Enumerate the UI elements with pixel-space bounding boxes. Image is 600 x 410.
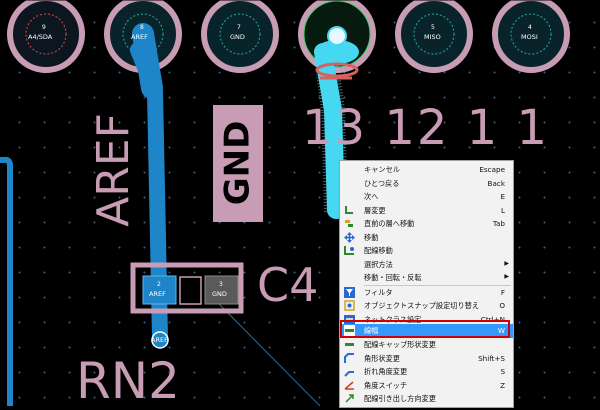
menu-item-label: ひとつ戻る <box>364 178 400 188</box>
menu-item-shortcut: L <box>500 205 505 215</box>
layer-change-icon <box>345 205 353 214</box>
menu-item-filter[interactable]: フィルタ F <box>340 286 513 300</box>
menu-item-next[interactable]: 次へ E <box>340 190 513 204</box>
menu-item-select-method[interactable]: 選択方法 ▶ <box>340 258 513 272</box>
menu-item-move-rotate-flip[interactable]: 移動・回転・反転 ▶ <box>340 271 513 285</box>
silk-pin-numbers: 13 12 1 1 <box>302 100 550 156</box>
menu-item-label: 移動 <box>364 232 379 242</box>
c4-pad-3-net: GND <box>212 290 227 298</box>
submenu-arrow-icon: ▶ <box>504 273 509 280</box>
pad-5-num: 5 <box>431 24 435 31</box>
menu-item-shortcut: Back <box>487 178 505 188</box>
pad-7-name: GND <box>230 33 245 41</box>
menu-item-bend-angle[interactable]: 折れ角度変更 S <box>340 365 513 379</box>
menu-item-label: 直前の層へ移動 <box>364 219 415 228</box>
menu-item-corner-shape[interactable]: 角形状変更 Shift+S <box>340 352 513 366</box>
menu-item-label: フィルタ <box>364 287 393 297</box>
menu-item-shortcut: F <box>500 287 505 297</box>
menu-item-shortcut: Tab <box>492 219 505 228</box>
menu-item-cancel[interactable]: キャンセル Escape <box>340 163 513 177</box>
silk-rn2: RN2 <box>76 352 180 410</box>
silk-c4: C4 <box>257 258 319 312</box>
menu-item-label: 配線移動 <box>364 246 393 255</box>
menu-item-undo-step[interactable]: ひとつ戻る Back <box>340 177 513 191</box>
pad-8-name: AREF <box>131 33 148 41</box>
pad-4-name: MOSI <box>521 33 538 41</box>
cap-icon <box>345 343 354 346</box>
via-label: AREF <box>151 336 168 344</box>
board-outline <box>0 157 13 406</box>
pad-8-num: 8 <box>140 24 144 31</box>
filter-icon <box>344 286 355 298</box>
menu-item-shortcut: Z <box>500 380 505 390</box>
menu-item-partial[interactable]: X <box>340 405 513 408</box>
menu-item-label: 角度スイッチ <box>364 380 408 390</box>
silk-gnd-vertical: GND <box>217 120 258 206</box>
menu-item-shortcut: X <box>500 407 505 408</box>
highlight-annotation-box <box>340 320 510 338</box>
direction-icon <box>345 394 354 403</box>
prev-layer-icon <box>345 220 353 227</box>
menu-item-move[interactable]: 移動 <box>340 231 513 245</box>
pad-9-name: A4/SDA <box>28 33 53 41</box>
submenu-arrow-icon: ▶ <box>504 259 509 267</box>
menu-item-label: オブジェクトスナップ設定切り替え <box>364 301 480 310</box>
menu-item-label: 角形状変更 <box>364 353 400 363</box>
menu-item-lead-direction[interactable]: 配線引き出し方向変更 <box>340 392 513 406</box>
menu-item-angle-switch[interactable]: 角度スイッチ Z <box>340 379 513 393</box>
c4-pad-2-num: 2 <box>157 281 161 288</box>
menu-item-label: 移動・回転・反転 <box>364 273 422 282</box>
context-menu: キャンセル Escape ひとつ戻る Back 次へ E 層変更 L 直前の層へ… <box>339 160 514 408</box>
snap-icon <box>344 300 355 311</box>
menu-item-label: 配線引き出し方向変更 <box>364 394 436 403</box>
pad-4-num: 4 <box>528 24 532 31</box>
menu-item-shortcut: Escape <box>479 165 505 174</box>
header-pads <box>7 0 570 73</box>
menu-item-move-track[interactable]: 配線移動 <box>340 244 513 258</box>
menu-item-shortcut: O <box>499 301 505 310</box>
menu-item-label: キャンセル <box>364 165 400 174</box>
menu-item-prev-layer[interactable]: 直前の層へ移動 Tab <box>340 217 513 231</box>
menu-item-shortcut: S <box>500 367 505 376</box>
pad-5-name: MISO <box>424 33 441 41</box>
menu-item-cap-shape[interactable]: 配線キャップ形状変更 <box>340 338 513 352</box>
angle-icon <box>344 380 354 390</box>
move-icon <box>344 231 355 243</box>
menu-item-snap-toggle[interactable]: オブジェクトスナップ設定切り替え O <box>340 299 513 313</box>
ratsnest-line <box>214 299 321 406</box>
menu-item-shortcut: Shift+S <box>478 353 505 363</box>
menu-item-label: 折れ角度変更 <box>364 367 408 376</box>
corner-icon <box>344 352 354 363</box>
bend-icon <box>344 371 354 377</box>
silk-aref-vertical: AREF <box>87 113 139 227</box>
menu-item-label: 層変更 <box>364 205 386 215</box>
menu-item-label: 配線キャップ形状変更 <box>364 340 436 349</box>
pad-7-num: 7 <box>237 24 241 31</box>
menu-item-shortcut: E <box>500 192 505 201</box>
c4-pad-2-net: AREF <box>149 290 166 298</box>
menu-item-layer-change[interactable]: 層変更 L <box>340 204 513 218</box>
pad-9-num: 9 <box>42 24 46 31</box>
menu-item-label: 次へ <box>364 192 379 201</box>
move-track-icon <box>344 246 354 255</box>
menu-item-label: 選択方法 <box>364 259 393 269</box>
c4-pad-3-num: 3 <box>219 281 223 288</box>
